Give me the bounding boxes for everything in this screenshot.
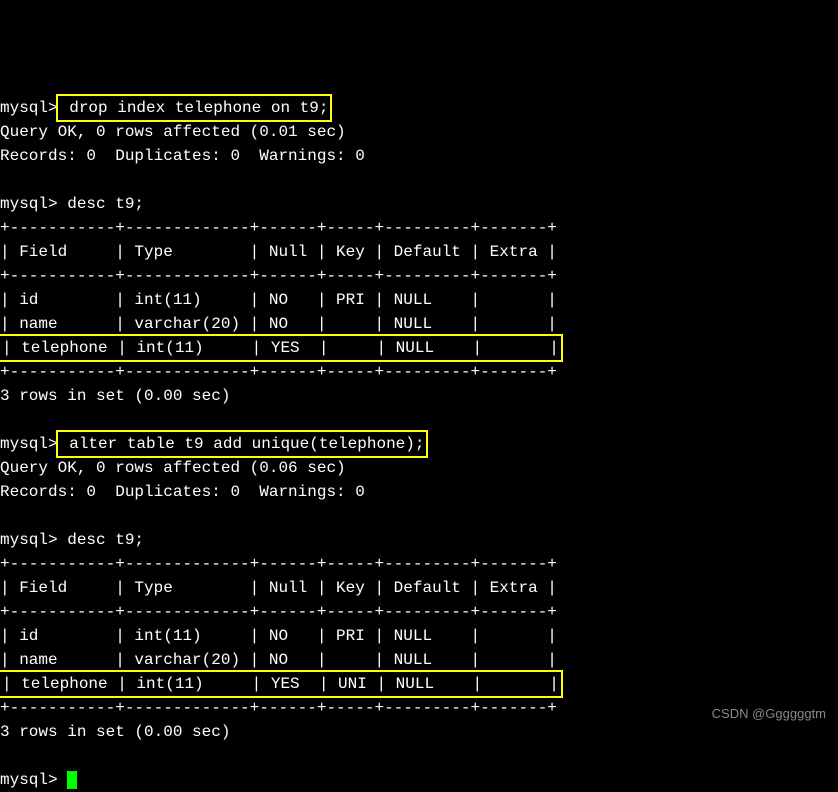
command-drop-index: drop index telephone on t9; — [56, 94, 333, 122]
prompt: mysql> — [0, 771, 58, 789]
prompt: mysql> — [0, 531, 58, 549]
rows-result: 3 rows in set (0.00 sec) — [0, 723, 230, 741]
records-result: Records: 0 Duplicates: 0 Warnings: 0 — [0, 483, 365, 501]
table-border: +-----------+-------------+------+-----+… — [0, 219, 557, 237]
table-border: +-----------+-------------+------+-----+… — [0, 267, 557, 285]
prompt: mysql> — [0, 435, 58, 453]
command-desc: desc t9; — [58, 531, 144, 549]
command-alter-table: alter table t9 add unique(telephone); — [56, 430, 429, 458]
table-row: | name | varchar(20) | NO | | NULL | | — [0, 651, 557, 669]
table-border: +-----------+-------------+------+-----+… — [0, 603, 557, 621]
watermark: CSDN @Ggggggtm — [712, 704, 826, 724]
prompt: mysql> — [0, 99, 58, 117]
query-result: Query OK, 0 rows affected (0.01 sec) — [0, 123, 346, 141]
table-row: | id | int(11) | NO | PRI | NULL | | — [0, 627, 557, 645]
terminal-cursor[interactable] — [67, 771, 77, 789]
prompt: mysql> — [0, 195, 58, 213]
rows-result: 3 rows in set (0.00 sec) — [0, 387, 230, 405]
table-border: +-----------+-------------+------+-----+… — [0, 699, 557, 717]
query-result: Query OK, 0 rows affected (0.06 sec) — [0, 459, 346, 477]
table-row: | id | int(11) | NO | PRI | NULL | | — [0, 291, 557, 309]
table-border: +-----------+-------------+------+-----+… — [0, 555, 557, 573]
table-row-telephone: | telephone | int(11) | YES | | NULL | | — [0, 334, 563, 362]
table-border: +-----------+-------------+------+-----+… — [0, 363, 557, 381]
table-row-telephone-uni: | telephone | int(11) | YES | UNI | NULL… — [0, 670, 563, 698]
records-result: Records: 0 Duplicates: 0 Warnings: 0 — [0, 147, 365, 165]
command-desc: desc t9; — [58, 195, 144, 213]
table-header: | Field | Type | Null | Key | Default | … — [0, 243, 557, 261]
table-row: | name | varchar(20) | NO | | NULL | | — [0, 315, 557, 333]
table-header: | Field | Type | Null | Key | Default | … — [0, 579, 557, 597]
